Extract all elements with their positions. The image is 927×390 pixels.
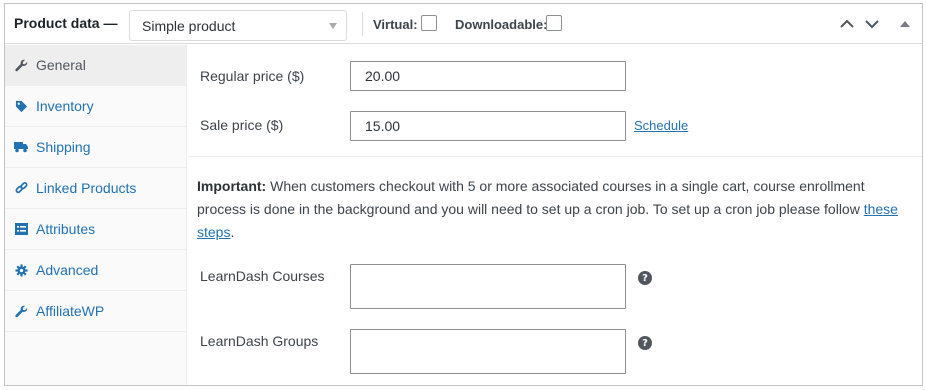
- tab-label: Shipping: [36, 139, 91, 155]
- collapse-toggle-icon[interactable]: [896, 15, 914, 33]
- downloadable-checkbox[interactable]: [546, 15, 562, 31]
- notice-end: .: [230, 224, 235, 240]
- schedule-link[interactable]: Schedule: [634, 118, 688, 133]
- regular-price-input[interactable]: [350, 61, 626, 91]
- sale-price-label: Sale price ($): [200, 117, 284, 133]
- virtual-checkbox[interactable]: [421, 15, 437, 31]
- tab-affiliatewp[interactable]: AffiliateWP: [5, 291, 187, 332]
- learndash-groups-field[interactable]: [350, 329, 626, 374]
- wrench-icon: [14, 304, 28, 318]
- tab-inventory[interactable]: Inventory: [5, 86, 187, 127]
- tab-linked-products[interactable]: Linked Products: [5, 168, 187, 209]
- notice-text: When customers checkout with 5 or more a…: [197, 178, 865, 217]
- regular-price-label: Regular price ($): [200, 68, 305, 84]
- tab-label: Inventory: [36, 98, 94, 114]
- tab-general[interactable]: General: [5, 45, 187, 86]
- product-data-tabs: General Inventory Shipping Linked Produc…: [5, 45, 187, 385]
- header-separator: [362, 12, 363, 36]
- list-icon: [14, 222, 28, 236]
- cron-notice: Important: When customers checkout with …: [197, 175, 907, 244]
- tab-attributes[interactable]: Attributes: [5, 209, 187, 250]
- tab-label: General: [36, 57, 86, 73]
- downloadable-label: Downloadable:: [455, 17, 548, 32]
- sale-price-input[interactable]: [350, 111, 626, 141]
- learndash-courses-field[interactable]: [350, 264, 626, 309]
- tag-icon: [14, 99, 28, 113]
- tab-label: Advanced: [36, 262, 99, 278]
- panel-header: Product data — Simple product Virtual: D…: [5, 4, 922, 44]
- move-down-icon[interactable]: [863, 15, 881, 33]
- gear-icon: [14, 263, 28, 277]
- learndash-courses-label: LearnDash Courses: [200, 268, 325, 284]
- product-data-panel: Product data — Simple product Virtual: D…: [4, 3, 923, 386]
- wrench-icon: [14, 58, 28, 72]
- section-divider: [188, 156, 922, 157]
- tab-advanced[interactable]: Advanced: [5, 250, 187, 291]
- notice-strong: Important:: [197, 178, 267, 194]
- general-panel: Regular price ($) Sale price ($) Schedul…: [188, 45, 922, 385]
- dropdown-arrow-icon: [329, 23, 337, 29]
- panel-title: Product data —: [14, 15, 118, 31]
- link-icon: [14, 181, 28, 195]
- help-icon[interactable]: ?: [638, 336, 652, 350]
- move-up-icon[interactable]: [838, 15, 856, 33]
- tab-shipping[interactable]: Shipping: [5, 127, 187, 168]
- tab-label: Attributes: [36, 221, 96, 237]
- product-type-select[interactable]: Simple product: [129, 10, 347, 41]
- tab-label: AffiliateWP: [36, 303, 105, 319]
- tab-label: Linked Products: [36, 180, 137, 196]
- virtual-label: Virtual:: [373, 17, 418, 32]
- help-icon[interactable]: ?: [638, 271, 652, 285]
- truck-icon: [14, 140, 28, 154]
- product-type-value: Simple product: [142, 18, 236, 34]
- learndash-groups-label: LearnDash Groups: [200, 333, 319, 349]
